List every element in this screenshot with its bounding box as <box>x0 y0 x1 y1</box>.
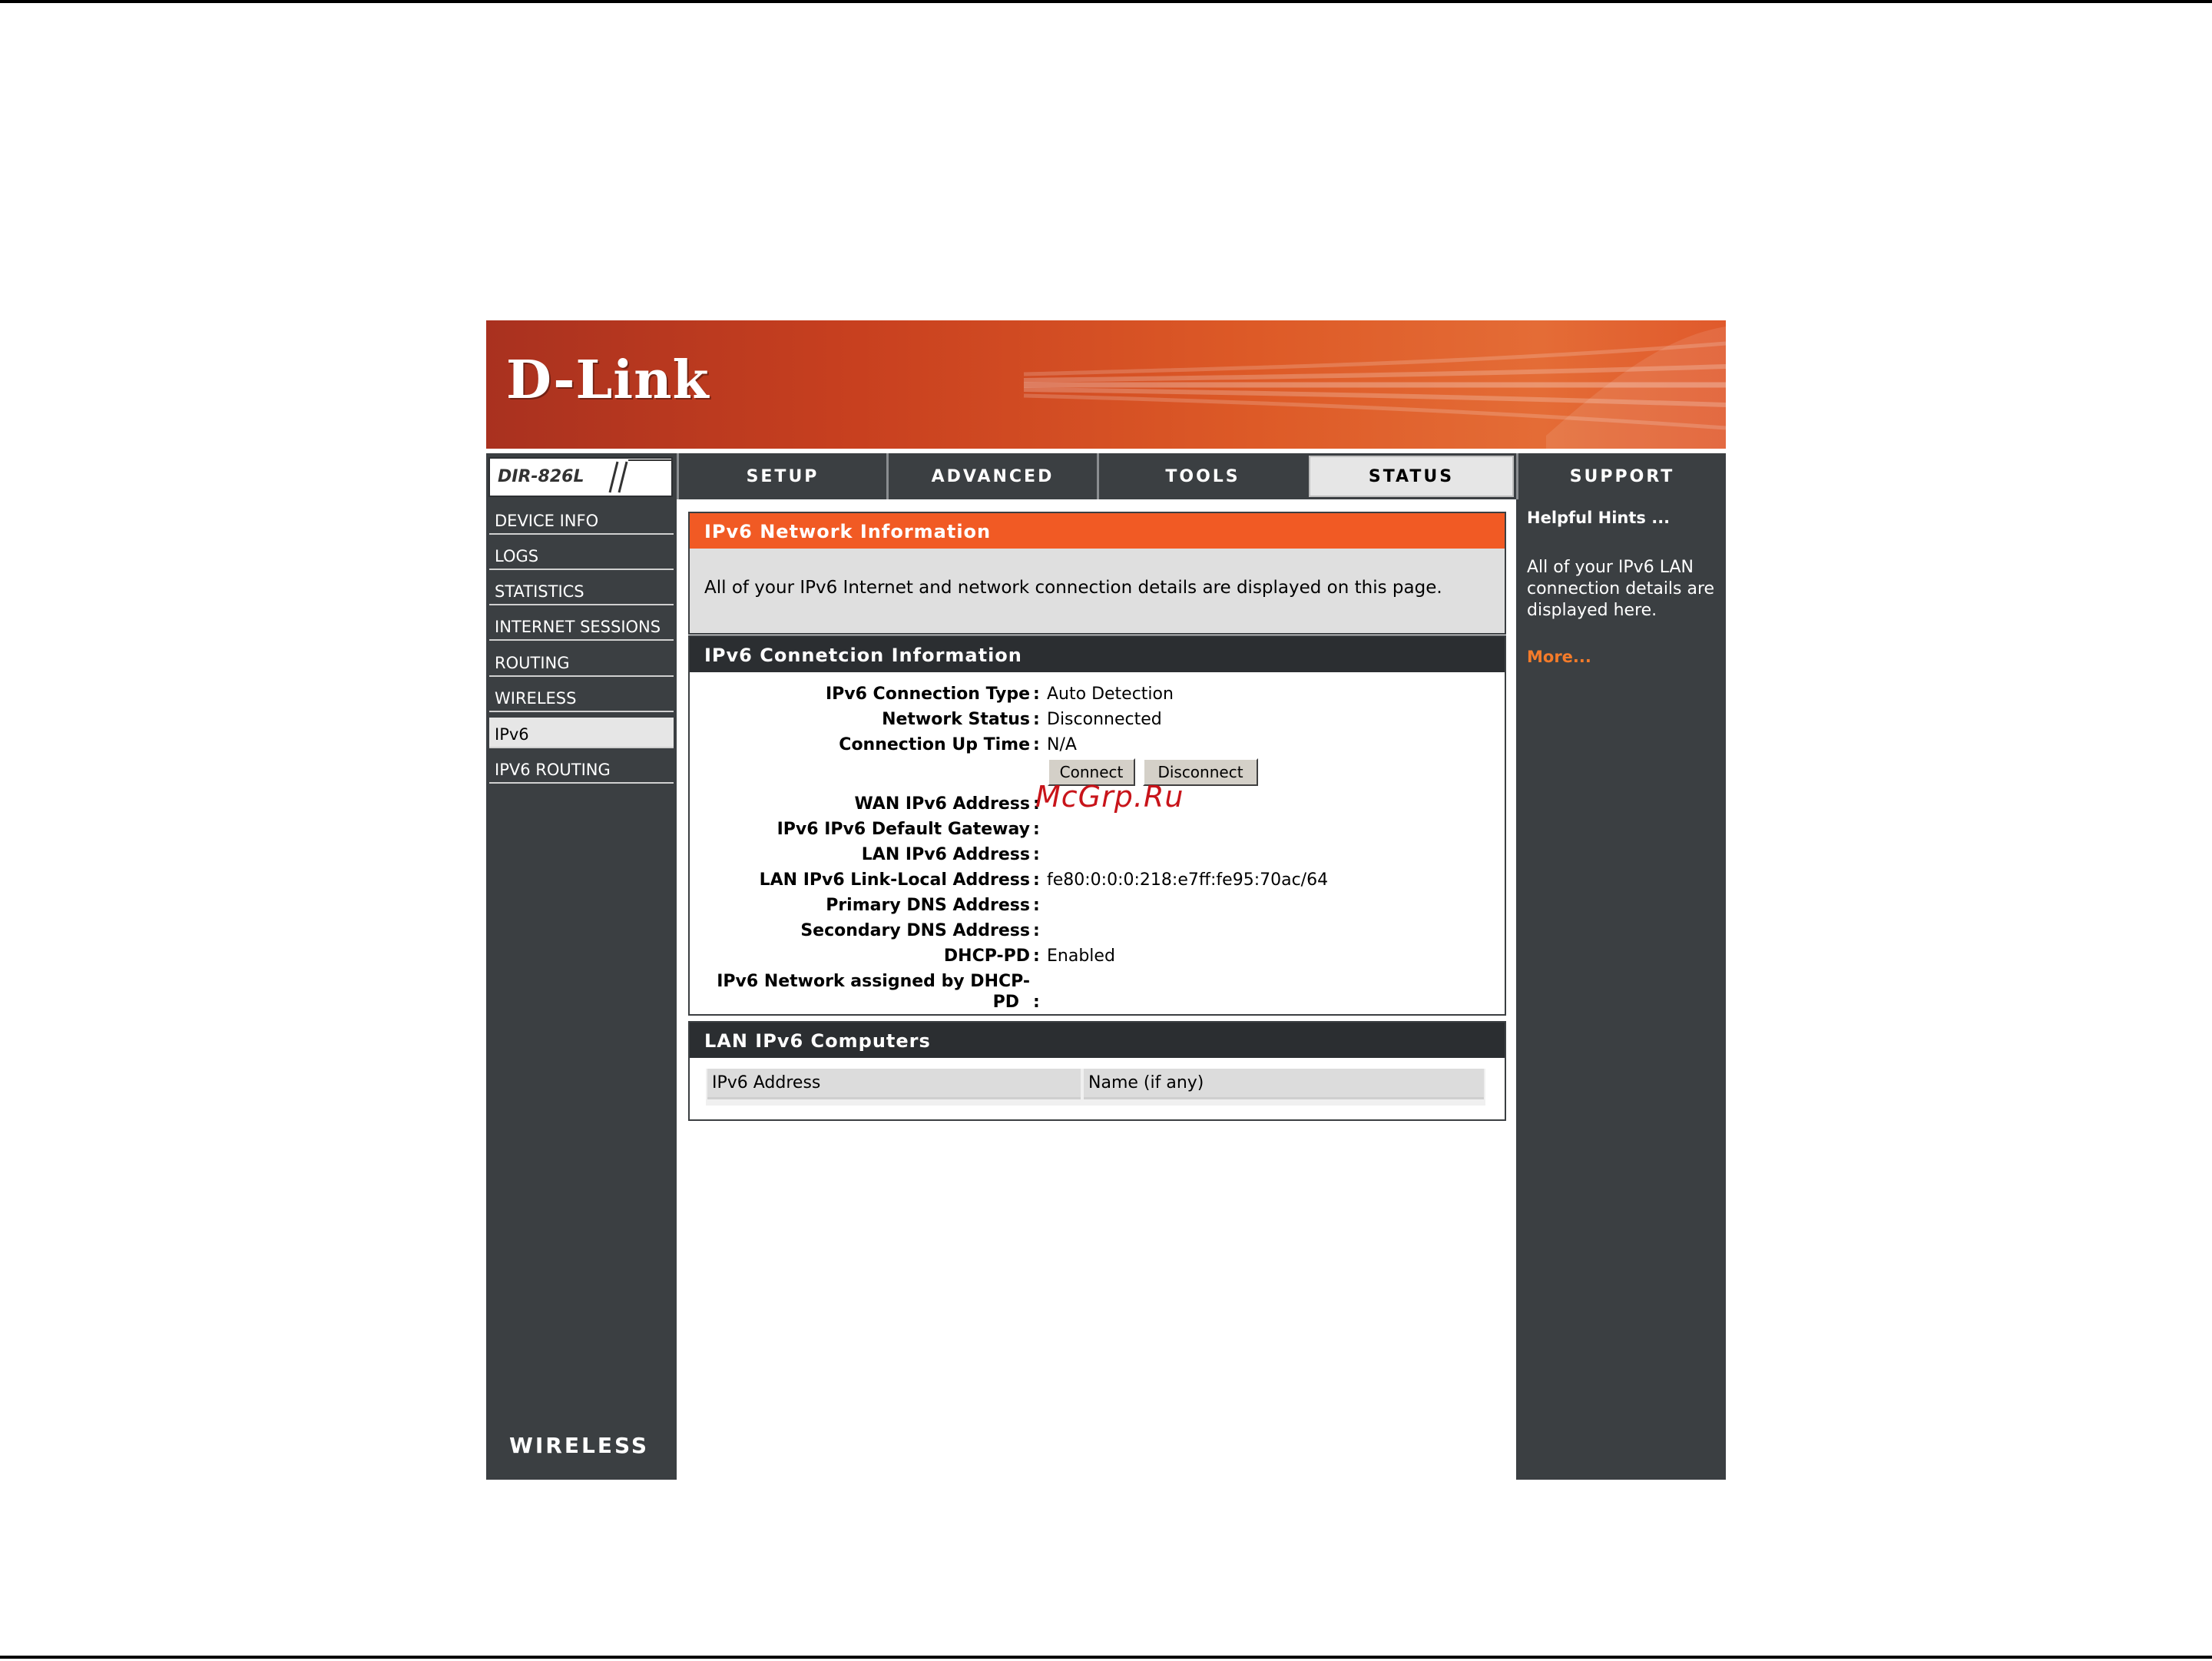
model-label: DIR-826L <box>498 467 584 486</box>
field-row: DHCP-PD : Enabled <box>690 947 1505 966</box>
sidebar-item-ipv6-routing[interactable]: IPV6 ROUTING <box>489 753 674 784</box>
tab-status[interactable]: STATUS <box>1306 453 1516 499</box>
network-info-section: IPv6 Network Information All of your IPv… <box>688 512 1506 635</box>
field-value: fe80:0:0:0:218:e7ff:fe95:70ac/64 <box>1047 870 1329 890</box>
connection-info-title: IPv6 Connetcion Information <box>690 637 1505 672</box>
dlink-logo: D-Link <box>506 350 710 411</box>
sidebar-item-internet-sessions[interactable]: INTERNET SESSIONS <box>489 610 674 641</box>
field-label: IPv6 IPv6 Default Gateway <box>777 820 1030 839</box>
field-label: LAN IPv6 Address <box>861 845 1030 864</box>
field-colon: : <box>1033 921 1040 940</box>
field-label: Network Status <box>882 710 1030 729</box>
field-row: Secondary DNS Address : <box>690 921 1505 940</box>
field-value: Enabled <box>1047 947 1115 966</box>
field-row: LAN IPv6 Address : <box>690 845 1505 864</box>
sidebar-item-logs[interactable]: LOGS <box>489 539 674 570</box>
field-label: DHCP-PD <box>943 947 1030 966</box>
hints-title: Helpful Hints ... <box>1527 509 1671 527</box>
tab-setup[interactable]: SETUP <box>677 453 886 499</box>
tab-advanced[interactable]: ADVANCED <box>886 453 1097 499</box>
field-label: IPv6 Connection Type <box>825 685 1030 704</box>
field-label-line2: PD <box>992 993 1019 1012</box>
field-colon: : <box>1033 845 1040 864</box>
field-row: Connection Up Time : N/A <box>690 735 1505 754</box>
model-badge: DIR-826L <box>488 457 673 497</box>
column-header-ipv6-address: IPv6 Address <box>707 1069 1081 1099</box>
field-row: Network Status : Disconnected <box>690 710 1505 729</box>
field-label: Primary DNS Address <box>826 896 1030 915</box>
network-info-description: All of your IPv6 Internet and network co… <box>704 578 1442 598</box>
sidebar-item-device-info[interactable]: DEVICE INFO <box>489 504 674 535</box>
tab-tools[interactable]: TOOLS <box>1097 453 1306 499</box>
connection-info-section: IPv6 Connetcion Information IPv6 Connect… <box>688 635 1506 1016</box>
helpful-hints-panel: Helpful Hints ... All of your IPv6 LAN c… <box>1516 499 1726 1480</box>
lan-computers-section: LAN IPv6 Computers IPv6 Address Name (if… <box>688 1021 1506 1121</box>
field-label: IPv6 Network assigned by DHCP- <box>717 972 1030 991</box>
field-row: Primary DNS Address : <box>690 896 1505 915</box>
field-row: IPv6 IPv6 Default Gateway : <box>690 820 1505 839</box>
tab-support[interactable]: SUPPORT <box>1516 453 1726 499</box>
column-header-name: Name (if any) <box>1084 1069 1484 1099</box>
watermark-text: McGrp.Ru <box>1035 780 1184 814</box>
sidebar-item-ipv6[interactable]: IPv6 <box>489 718 674 748</box>
page-bottom-rule <box>0 1656 2212 1659</box>
field-colon: : <box>1033 993 1040 1012</box>
field-label: WAN IPv6 Address <box>854 794 1030 814</box>
top-tab-bar: DIR-826L SETUP ADVANCED TOOLS STATUS SUP… <box>486 453 1726 499</box>
field-colon: : <box>1033 820 1040 839</box>
sidebar-item-statistics[interactable]: STATISTICS <box>489 575 674 605</box>
field-colon: : <box>1033 947 1040 966</box>
field-label: Connection Up Time <box>839 735 1030 754</box>
left-sidebar: DEVICE INFO LOGS STATISTICS INTERNET SES… <box>486 499 677 1480</box>
field-row: IPv6 Network assigned by DHCP- PD : <box>690 972 1505 1015</box>
field-value: N/A <box>1047 735 1077 754</box>
router-admin-window: D-Link DIR-826L SETUP ADVANCED TOOLS STA… <box>486 320 1726 1480</box>
field-row: LAN IPv6 Link-Local Address : fe80:0:0:0… <box>690 870 1505 890</box>
hints-more-link[interactable]: More... <box>1527 648 1591 666</box>
lan-computers-table: IPv6 Address Name (if any) <box>706 1069 1485 1106</box>
sidebar-item-routing[interactable]: ROUTING <box>489 646 674 677</box>
field-value: Disconnected <box>1047 710 1162 729</box>
sidebar-item-wireless[interactable]: WIRELESS <box>489 681 674 712</box>
field-value: Auto Detection <box>1047 685 1174 704</box>
lan-computers-title: LAN IPv6 Computers <box>690 1023 1505 1058</box>
field-label: LAN IPv6 Link-Local Address <box>759 870 1030 890</box>
page-top-rule <box>0 0 2212 3</box>
hints-text: All of your IPv6 LAN connection details … <box>1527 558 1715 620</box>
field-label: Secondary DNS Address <box>800 921 1030 940</box>
field-row: IPv6 Connection Type : Auto Detection <box>690 685 1505 704</box>
field-colon: : <box>1033 896 1040 915</box>
field-colon: : <box>1033 735 1040 754</box>
field-colon: : <box>1033 710 1040 729</box>
network-info-title: IPv6 Network Information <box>690 513 1505 549</box>
wireless-footer-logo: WIRELESS <box>509 1433 650 1458</box>
header-banner: D-Link <box>486 320 1726 449</box>
field-colon: : <box>1033 870 1040 890</box>
main-content: IPv6 Network Information All of your IPv… <box>677 499 1516 1423</box>
field-colon: : <box>1033 685 1040 704</box>
model-slash-graphic <box>608 459 673 493</box>
